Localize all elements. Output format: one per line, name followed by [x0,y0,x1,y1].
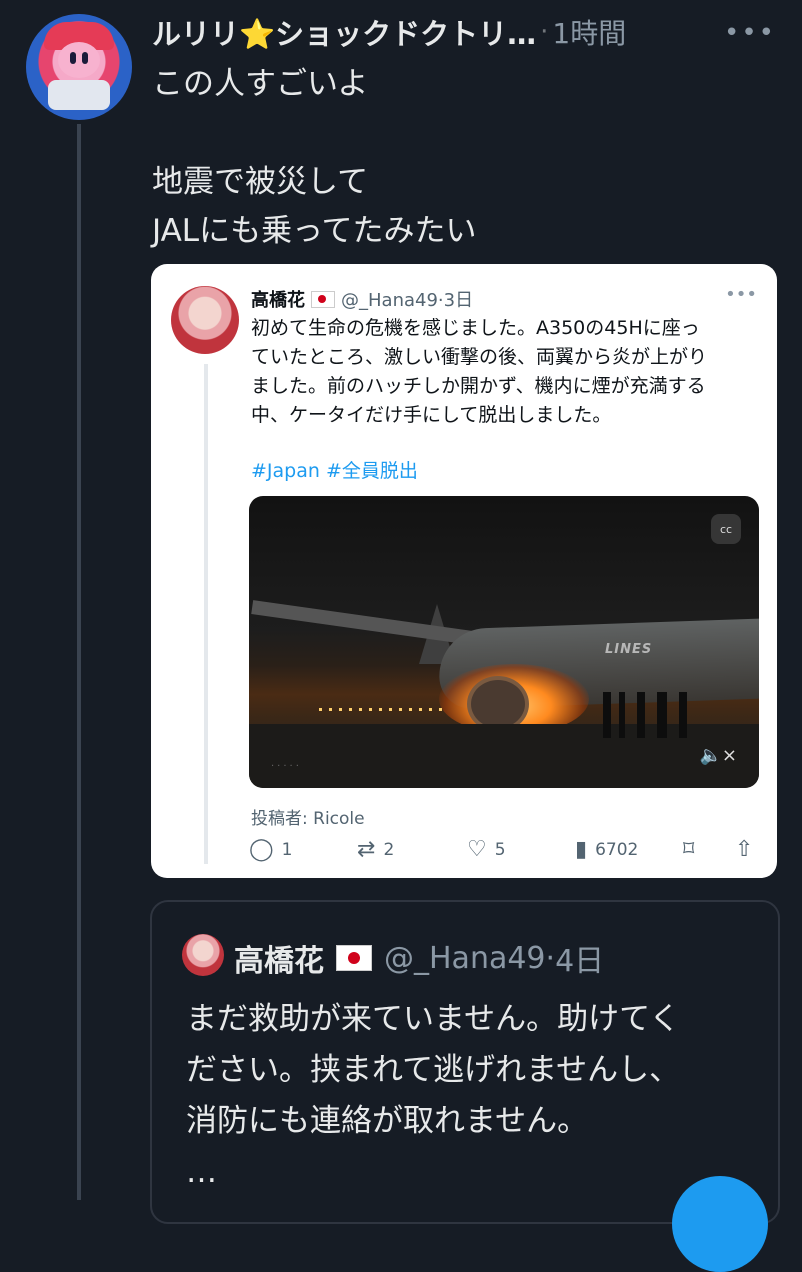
repost-icon: ⇄ [357,837,376,862]
display-name[interactable]: ルリリ⭐️ショックドクトリ… [152,11,536,53]
mute-icon[interactable]: 🔈× [700,745,738,766]
like-button[interactable]: ♡ 5 [467,837,506,862]
quoted-tweet[interactable]: 高橋花 @_Hana49 · 4日 まだ救助が来ていません。助けてく ださい。挟まれて… [150,900,780,1224]
fuselage-lettering: LINES [605,642,653,657]
people-silhouettes [597,692,717,738]
action-bar: ◯ 1 ⇄ 2 ♡ 5 ▮ 6702 ⌑ ⇧ [249,837,759,867]
share-icon: ⇧ [735,837,754,862]
quoted-display-name[interactable]: 高橋花 [234,936,324,980]
tweet-time[interactable]: 1時間 [552,12,626,52]
bookmark-button[interactable]: ⌑ [683,837,694,862]
views-button[interactable]: ▮ 6702 [575,837,638,862]
embedded-time[interactable]: 3日 [444,290,473,311]
runway-lights [319,708,449,711]
quoted-handle[interactable]: @_Hana49 [384,941,546,976]
poster-credit: 投稿者: Ricole [251,809,365,829]
embedded-handle[interactable]: @_Hana49 [341,290,438,311]
quoted-avatar[interactable] [182,934,224,976]
views-count: 6702 [595,839,639,860]
reply-count: 1 [281,839,293,860]
repost-button[interactable]: ⇄ 2 [357,837,394,862]
separator-dot: · [545,940,556,976]
separator-dot: · [540,17,549,47]
views-chart-icon: ▮ [575,837,588,862]
share-button[interactable]: ⇧ [735,837,753,862]
japan-flag-icon [311,291,335,308]
main-avatar[interactable] [26,14,132,120]
compose-fab-button[interactable] [672,1176,768,1272]
japan-flag-icon [336,945,372,971]
video-media[interactable]: LINES cc 🔈× ····· [249,496,759,788]
embedded-avatar[interactable] [171,286,239,354]
like-count: 5 [494,839,506,860]
captions-icon[interactable]: cc [711,514,741,544]
more-dots-icon[interactable]: ••• [724,18,776,48]
bookmark-icon: ⌑ [683,837,695,862]
reply-button[interactable]: ◯ 1 [249,837,292,862]
quoted-header: 高橋花 @_Hana49 · 4日 [234,936,604,980]
embedded-tweet-card[interactable]: 高橋花 @_Hana49·3日 ••• 初めて生命の危機を感じました。A350の4… [151,264,777,878]
video-progress-dots: ····· [271,761,302,772]
embedded-thread-line [204,364,208,864]
tweet-header: ルリリ⭐️ショックドクトリ… · 1時間 [152,12,792,52]
quoted-text: まだ救助が来ていません。助けてく ださい。挟まれて逃げれませんし、 消防にも連絡… [186,1001,681,1190]
heart-icon: ♡ [467,837,487,862]
embedded-display-name[interactable]: 高橋花 [251,290,305,311]
reply-icon: ◯ [249,837,274,862]
thread-line [77,124,81,1200]
embedded-header: 高橋花 @_Hana49·3日 [251,286,473,312]
embedded-more-dots-icon[interactable]: ••• [725,284,757,305]
tweet-text: この人すごいよ 地震で被災して JALにも乗ってたみたい [152,66,477,249]
hashtags[interactable]: #Japan #全員脱出 [251,456,418,483]
repost-count: 2 [383,839,395,860]
quoted-time[interactable]: 4日 [555,936,604,980]
embedded-text: 初めて生命の危機を感じました。A350の45Hに座っ ていたところ、激しい衝撃の… [251,317,708,426]
